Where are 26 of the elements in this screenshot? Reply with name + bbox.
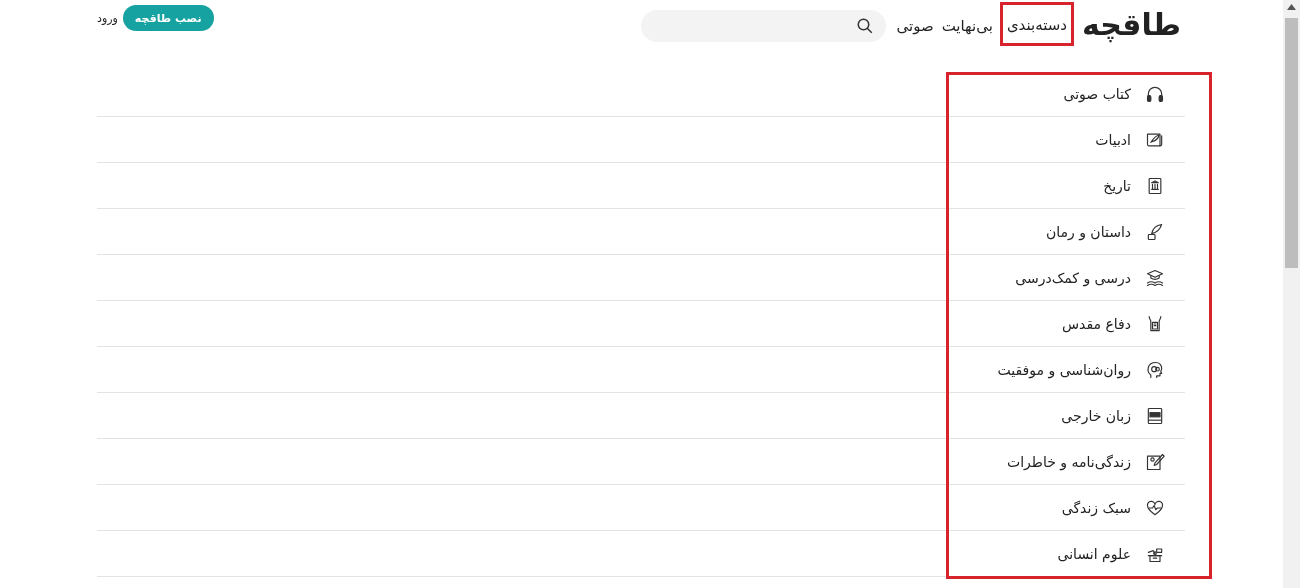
category-link[interactable]: تاریخ <box>1103 177 1131 194</box>
category-link[interactable]: علوم انسانی <box>1057 545 1131 562</box>
category-link[interactable]: کتاب صوتی <box>1063 85 1131 102</box>
nav-link[interactable]: صوتی <box>892 17 938 35</box>
category-link[interactable]: روان‌شناسی و موفقیت <box>997 361 1131 378</box>
nav-link[interactable]: بی‌نهایت <box>937 17 997 35</box>
head-brain-icon <box>1145 359 1165 380</box>
scrollbar[interactable] <box>1283 0 1300 588</box>
graduation-cap-icon <box>1145 267 1165 288</box>
category-link[interactable]: ادبیات <box>1095 131 1131 148</box>
abc-book-icon <box>1145 405 1165 426</box>
pen-notebook-icon <box>1145 451 1165 472</box>
category-link[interactable]: زبان خارجی <box>1061 407 1131 424</box>
category-link[interactable]: درسی و کمک‌درسی <box>1015 269 1131 286</box>
category-link[interactable]: سبک زندگی <box>1061 499 1131 516</box>
logo[interactable]: طاقچه <box>1082 6 1181 42</box>
nav-link[interactable]: دسته‌بندی <box>999 2 1074 46</box>
category-link[interactable]: دفاع مقدس <box>1062 315 1131 332</box>
search-icon <box>856 17 875 35</box>
category-link[interactable]: داستان و رمان <box>1045 223 1131 240</box>
quill-inkwell-icon <box>1145 221 1165 242</box>
search-field[interactable] <box>641 10 887 42</box>
login-link[interactable]: ورود <box>97 11 118 25</box>
scrollbar-thumb[interactable] <box>1285 18 1298 268</box>
scroll-up-icon <box>1287 4 1296 10</box>
category-link[interactable]: زندگی‌نامه و خاطرات <box>1006 453 1131 470</box>
